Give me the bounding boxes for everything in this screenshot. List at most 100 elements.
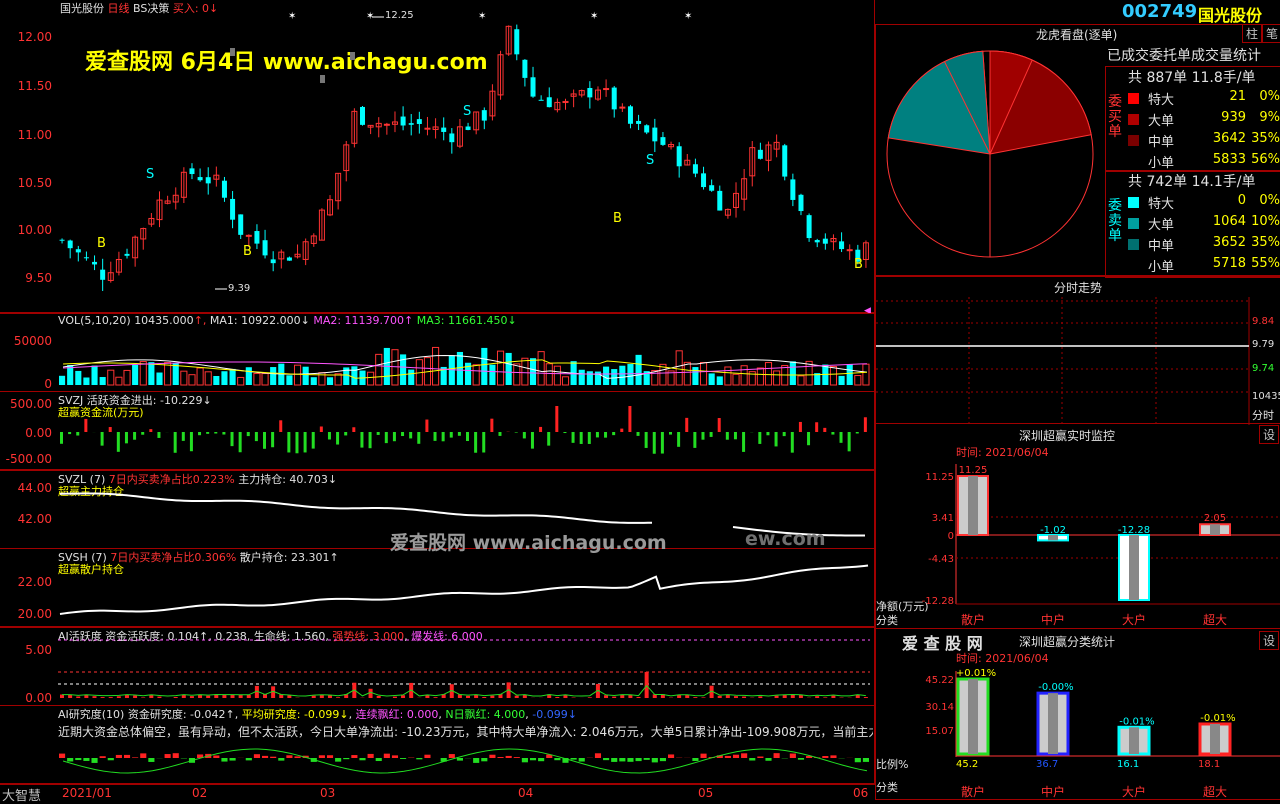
order-percent: 0%	[1248, 89, 1280, 104]
candle-body	[409, 123, 414, 125]
fund-flow-bar	[352, 427, 355, 432]
volume-bar	[238, 377, 244, 385]
research-bar	[83, 758, 89, 761]
dragon-panel[interactable]: 龙虎看盘(逐单) 柱 笔 已成交委托单成交量统计 共 887单 11.8手/单 …	[875, 24, 1280, 276]
research-bar	[506, 756, 512, 758]
volume-bar	[205, 372, 211, 385]
volume-bar	[514, 364, 520, 385]
candle-body	[360, 107, 365, 125]
date-tick: 02	[192, 786, 207, 800]
candle-body	[271, 259, 276, 263]
activity-bar	[831, 696, 835, 698]
volume-bar	[757, 368, 763, 385]
order-count: 5833	[1198, 152, 1246, 167]
fund-flow-bar	[596, 432, 599, 437]
research-bar	[457, 758, 463, 761]
fund-flow-bar	[344, 432, 347, 435]
date-tick: 2021/01	[62, 786, 112, 800]
candle-body	[466, 127, 471, 130]
research-bar	[100, 756, 106, 758]
svzj-panel[interactable]: SVZJ 活跃资金进出: -10.229↓ 超赢资金流(万元) 500.00 0…	[0, 392, 875, 470]
intraday-panel[interactable]: 分时走势 9.84 9.79 9.74 10435 分时	[875, 276, 1280, 424]
fund-flow-bar	[653, 432, 656, 454]
activity-bar	[133, 696, 137, 698]
research-bar	[514, 757, 520, 758]
volume-bar	[181, 371, 187, 385]
order-type-label: 大单	[1148, 214, 1174, 233]
candle-body	[790, 179, 795, 200]
research-bar	[700, 754, 706, 758]
volume-bar	[798, 376, 804, 385]
stats-panel[interactable]: 爱 查 股 网 深圳超赢分类统计 设 时间: 2021/06/04 比例% 分类…	[875, 629, 1280, 800]
volume-bar	[709, 373, 715, 385]
activity-bar	[588, 697, 592, 698]
volume-bar	[587, 371, 593, 385]
stats-bar-shade	[1048, 693, 1058, 754]
ai-activity-panel[interactable]: AI活跃度 资金活跃度: 0.104↑, 0.238, 生命线: 1.560, …	[0, 627, 875, 706]
fund-flow-bar	[604, 432, 607, 438]
ai-research-panel[interactable]: AI研究度(10) 资金研究度: -0.042↑, 平均研究度: -0.099↓…	[0, 706, 875, 784]
candle-body	[758, 150, 763, 159]
stats-delta-label: -0.01%	[1119, 716, 1154, 727]
activity-bar	[141, 697, 145, 698]
research-bar	[790, 754, 796, 758]
fund-flow-bar	[515, 432, 518, 433]
activity-bar	[490, 696, 494, 698]
fund-flow-bar	[710, 432, 713, 437]
research-bar	[749, 758, 755, 761]
research-bar	[619, 758, 625, 761]
buy-marker: B	[97, 236, 106, 251]
pillar-button[interactable]: 柱	[1242, 24, 1262, 43]
research-bar	[278, 758, 284, 761]
fund-flow-bar	[766, 432, 769, 435]
fund-flow-bar	[531, 432, 534, 449]
fund-flow-bar	[701, 432, 704, 440]
volume-panel[interactable]: VOL(5,10,20) 10435.000↑, MA1: 10922.000↓…	[0, 313, 875, 392]
research-bar	[595, 753, 601, 758]
stats-bar-chart: 45.2230.1415.07+0.01%45.2-0.00%36.7-0.01…	[876, 629, 1280, 800]
activity-bar	[434, 697, 438, 698]
candle-body	[384, 124, 389, 125]
candle-body	[604, 89, 609, 90]
fund-flow-bar	[141, 432, 144, 435]
dragon-subtitle: 已成交委托单成交量统计	[1107, 45, 1261, 65]
fund-flow-bar	[174, 432, 177, 453]
research-bar	[489, 755, 495, 758]
svsh-panel[interactable]: SVSH (7) 7日内买卖净占比0.306% 散户持仓: 23.301↑ 超赢…	[0, 549, 875, 627]
fund-flow-bar	[718, 418, 721, 432]
pen-button[interactable]: 笔	[1262, 24, 1280, 43]
monitor-panel[interactable]: 深圳超赢实时监控 设 时间: 2021/06/04 净额(万元) 分类 11.2…	[875, 424, 1280, 629]
research-bar	[351, 755, 357, 758]
monitor-y-tick: -12.28	[922, 596, 954, 607]
fund-flow-bar	[149, 429, 152, 432]
stock-code: 002749	[1122, 1, 1197, 22]
research-bar	[400, 758, 406, 759]
research-bar	[221, 758, 227, 762]
research-bars	[0, 706, 875, 784]
research-bar	[75, 758, 81, 760]
bottom-date-bar: 大智慧 2021/01 02 03 04 05 06	[0, 784, 875, 801]
research-bar	[254, 754, 260, 758]
main-holding-line	[60, 493, 652, 522]
research-bar	[668, 754, 674, 758]
research-bar	[116, 755, 122, 758]
monitor-value-label: -1.02	[1040, 525, 1066, 536]
activity-bar	[174, 697, 178, 698]
candle-body	[230, 199, 235, 220]
stats-bar-shade	[968, 679, 978, 754]
fund-flow-bar	[791, 432, 794, 453]
research-bar	[173, 753, 179, 758]
activity-bar	[555, 697, 559, 698]
volume-bar	[506, 353, 512, 385]
activity-bar	[685, 695, 689, 698]
main-chart-panel[interactable]: 国光股份 日线 BS决策 买入: 0↓ 爱查股网 6月4日 www.aichag…	[0, 0, 875, 313]
candle-body	[815, 240, 820, 242]
research-bar	[473, 758, 479, 763]
star-marker: ✶	[478, 11, 486, 22]
fund-flow-bar	[393, 432, 396, 441]
fund-flow-bar	[214, 432, 217, 434]
sell-block: 共 742单 14.1手/单 委卖单 特大00%大单106410%中单36523…	[1105, 170, 1280, 278]
research-bar	[286, 755, 292, 758]
fund-flow-bar	[68, 432, 71, 434]
candle-body	[246, 235, 251, 236]
